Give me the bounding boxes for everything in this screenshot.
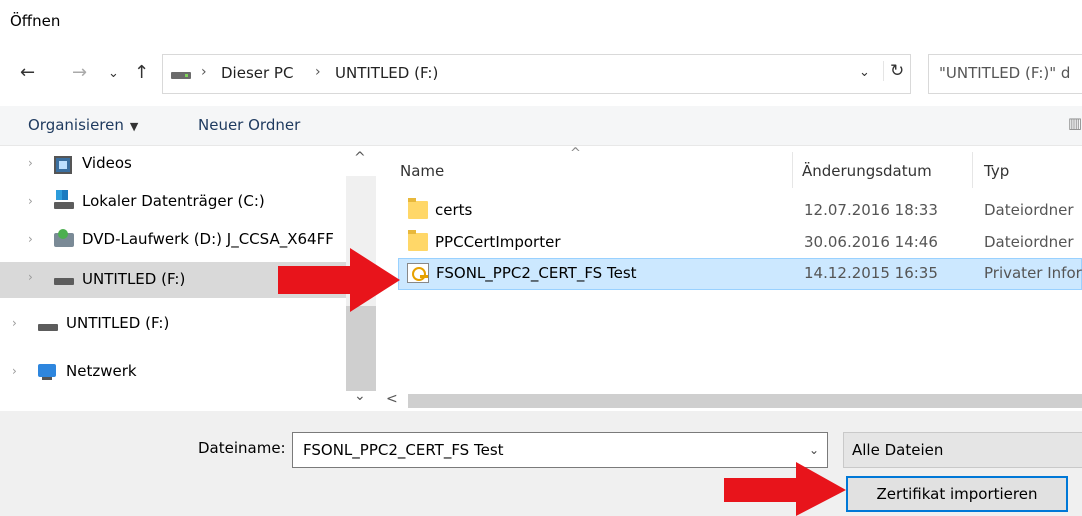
file-row[interactable]: PPCCertImporter 30.06.2016 14:46 Dateior… <box>378 228 1082 258</box>
red-arrow-icon <box>278 248 400 312</box>
file-date: 14.12.2015 16:35 <box>804 264 938 282</box>
file-row[interactable]: certs 12.07.2016 18:33 Dateiordner <box>378 196 1082 226</box>
column-divider[interactable] <box>972 152 973 188</box>
network-icon <box>38 364 60 380</box>
sidebar-item-network[interactable]: › Netzwerk <box>0 356 346 390</box>
organize-button[interactable]: Organisieren ▼ <box>28 116 138 134</box>
sidebar-item-label: Videos <box>82 154 132 172</box>
video-icon <box>54 156 72 174</box>
sort-ascending-icon: ^ <box>570 146 581 161</box>
column-divider[interactable] <box>792 152 793 188</box>
horizontal-scrollbar[interactable]: < <box>378 391 1082 411</box>
sidebar-item-untitled-f[interactable]: › UNTITLED (F:) <box>0 308 346 342</box>
file-name: PPCCertImporter <box>435 233 561 251</box>
file-type: Dateiordner <box>984 233 1074 251</box>
expand-chevron-icon[interactable]: › <box>12 364 17 378</box>
breadcrumb-drive[interactable]: UNTITLED (F:) <box>335 64 438 82</box>
toolbar: Organisieren ▼ Neuer Ordner ▥ <box>0 106 1082 146</box>
filename-label: Dateiname: <box>198 439 286 457</box>
column-type[interactable]: Typ <box>984 162 1009 180</box>
dialog-footer: Dateiname: FSONL_PPC2_CERT_FS Test ⌄ All… <box>0 411 1082 516</box>
up-button[interactable]: ↑ <box>134 62 149 83</box>
recent-locations-button[interactable]: ⌄ <box>108 66 119 81</box>
expand-chevron-icon[interactable]: › <box>28 232 33 246</box>
navigation-bar: ← → ⌄ ↑ › Dieser PC › UNTITLED (F:) ⌄ ↻ … <box>0 44 1082 106</box>
new-folder-button[interactable]: Neuer Ordner <box>198 116 300 134</box>
view-options-icon[interactable]: ▥ <box>1068 114 1082 132</box>
drive-icon <box>171 72 191 79</box>
file-date: 12.07.2016 18:33 <box>804 201 938 219</box>
back-button[interactable]: ← <box>20 62 35 83</box>
chevron-down-icon[interactable]: ⌄ <box>809 443 819 457</box>
dvd-drive-icon <box>54 229 74 247</box>
usb-drive-icon <box>54 278 74 285</box>
scroll-thumb[interactable] <box>408 394 1082 408</box>
column-header-row: ^ Name Änderungsdatum Typ <box>378 146 1082 192</box>
file-name: certs <box>435 201 473 219</box>
sidebar-item-label: DVD-Laufwerk (D:) J_CCSA_X64FF <box>82 230 334 248</box>
red-arrow-icon <box>724 462 846 516</box>
sidebar-item-label: Lokaler Datenträger (C:) <box>82 192 265 210</box>
sidebar-item-videos[interactable]: › Videos <box>0 148 346 182</box>
file-row-selected[interactable]: FSONL_PPC2_CERT_FS Test 14.12.2015 16:35… <box>398 258 1082 290</box>
import-certificate-button[interactable]: Zertifikat importieren <box>846 476 1068 512</box>
usb-drive-icon <box>38 324 58 331</box>
file-type: Privater Infor <box>984 264 1082 282</box>
window-title: Öffnen <box>10 12 61 30</box>
file-list: ^ Name Änderungsdatum Typ certs 12.07.20… <box>378 146 1082 411</box>
filename-value: FSONL_PPC2_CERT_FS Test <box>303 441 504 459</box>
address-bar[interactable]: › Dieser PC › UNTITLED (F:) ⌄ ↻ <box>162 54 911 94</box>
expand-chevron-icon[interactable]: › <box>28 194 33 208</box>
forward-button[interactable]: → <box>72 62 87 83</box>
breadcrumb-this-pc[interactable]: Dieser PC <box>221 64 293 82</box>
chevron-down-icon: ▼ <box>129 120 139 133</box>
title-bar: Öffnen <box>0 0 1082 44</box>
scroll-left-icon[interactable]: < <box>386 391 398 407</box>
scroll-thumb[interactable] <box>346 306 376 391</box>
sidebar-item-label: UNTITLED (F:) <box>66 314 170 332</box>
breadcrumb-separator: › <box>315 64 321 80</box>
file-type: Dateiordner <box>984 201 1074 219</box>
address-dropdown-icon[interactable]: ⌄ <box>859 65 870 80</box>
sidebar-item-local-disk[interactable]: › Lokaler Datenträger (C:) <box>0 186 346 220</box>
file-name: FSONL_PPC2_CERT_FS Test <box>436 264 637 282</box>
file-type-filter[interactable]: Alle Dateien <box>843 432 1082 468</box>
file-date: 30.06.2016 14:46 <box>804 233 938 251</box>
search-input[interactable]: "UNTITLED (F:)" d <box>928 54 1082 94</box>
expand-chevron-icon[interactable]: › <box>28 156 33 170</box>
folder-icon <box>408 198 428 219</box>
scroll-up-icon[interactable]: ^ <box>354 150 366 166</box>
folder-icon <box>408 230 428 251</box>
breadcrumb-separator: › <box>201 64 207 80</box>
scroll-down-icon[interactable]: ⌄ <box>354 388 366 404</box>
local-disk-icon <box>54 190 74 209</box>
sidebar-item-label: Netzwerk <box>66 362 137 380</box>
column-date[interactable]: Änderungsdatum <box>802 162 932 180</box>
sidebar-item-label: UNTITLED (F:) <box>82 270 186 288</box>
expand-chevron-icon[interactable]: › <box>28 270 33 284</box>
column-name[interactable]: Name <box>400 162 444 180</box>
certificate-icon <box>407 263 429 283</box>
expand-chevron-icon[interactable]: › <box>12 316 17 330</box>
refresh-icon[interactable]: ↻ <box>883 61 904 81</box>
